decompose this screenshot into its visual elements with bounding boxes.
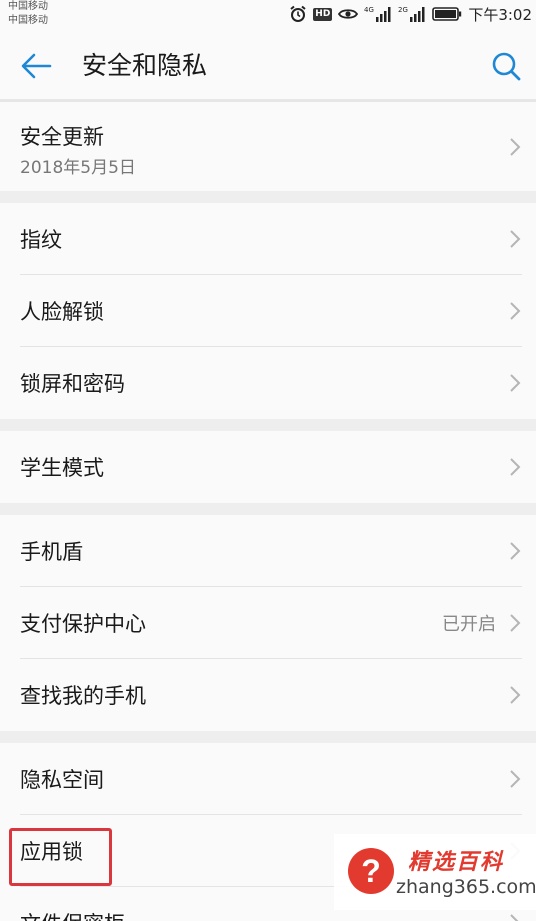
section-divider [0,419,536,431]
back-button[interactable] [18,50,54,82]
eye-comfort-icon [338,7,359,21]
search-button[interactable] [490,50,522,82]
item-label: 人脸解锁 [20,299,104,324]
settings-list: 安全更新 2018年5月5日 指纹 人脸解锁 锁屏和密码 学生模式 手机盾 支付… [0,103,536,921]
alarm-icon [289,5,307,23]
item-label: 文件保密柜 [20,908,125,921]
list-item-security-update[interactable]: 安全更新 2018年5月5日 [20,103,522,191]
watermark-name: 精选百科 [408,850,505,875]
app-bar: 安全和隐私 [0,30,536,102]
battery-icon [432,6,462,22]
item-label: 查找我的手机 [20,684,146,708]
item-label: 指纹 [20,227,62,252]
section-divider [0,731,536,743]
chevron-right-icon [510,769,521,788]
list-item-lock-screen[interactable]: 锁屏和密码 [20,347,522,419]
arrow-left-icon [21,53,52,79]
chevron-right-icon [510,458,521,476]
group-biometrics: 指纹 人脸解锁 锁屏和密码 [0,203,536,419]
item-label: 应用锁 [20,839,83,864]
chevron-right-icon [510,613,521,632]
chevron-right-icon [510,914,519,921]
group-security-update: 安全更新 2018年5月5日 [0,103,536,191]
chevron-right-icon [510,138,521,156]
chevron-right-icon [510,541,521,560]
section-divider [0,191,536,203]
item-label: 锁屏和密码 [20,372,125,396]
watermark-site: zhang365.com [396,876,536,898]
item-label: 隐私空间 [20,767,104,792]
chevron-right-icon [510,229,521,248]
item-status-value: 已开启 [442,613,496,635]
list-item-student-mode[interactable]: 学生模式 [20,431,522,503]
hd-badge-icon: HD [313,7,333,21]
list-item-face-unlock[interactable]: 人脸解锁 [20,275,522,347]
site-watermark: ? 精选百科 zhang365.com [334,834,536,910]
item-subtitle: 2018年5月5日 [20,158,136,178]
section-divider [0,503,536,515]
chevron-right-icon [510,301,521,320]
item-label: 手机盾 [20,539,83,564]
signal-4g-icon: 4G [364,5,392,23]
list-item-find-my-phone[interactable]: 查找我的手机 [20,659,522,731]
item-label: 安全更新 [20,125,104,149]
page-title: 安全和隐私 [82,51,208,80]
status-icons: HD 4G 2G 下午3:02 [289,2,532,26]
net-1-text: 4G [364,6,374,14]
status-time: 下午3:02 [468,5,532,24]
group-payment: 手机盾 支付保护中心 已开启 查找我的手机 [0,515,536,731]
search-icon [492,52,521,81]
net-2-text: 2G [398,6,408,14]
chevron-right-icon [510,686,521,704]
list-item-fingerprint[interactable]: 指纹 [20,203,522,275]
chevron-right-icon [510,374,521,392]
signal-2g-icon: 2G [398,5,426,23]
item-label: 学生模式 [20,456,104,480]
carrier-label-2: 中国移动 [8,15,48,26]
item-label: 支付保护中心 [20,611,146,636]
list-item-private-space[interactable]: 隐私空间 [20,743,522,815]
question-logo-icon: ? [348,848,394,894]
group-student-mode: 学生模式 [0,431,536,503]
list-item-payment-protection[interactable]: 支付保护中心 已开启 [20,587,522,659]
status-bar: 中国移动 中国移动 HD 4G 2G 下午3:02 [0,0,536,30]
list-item-phone-shield[interactable]: 手机盾 [20,515,522,587]
carrier-label-1: 中国移动 [8,1,48,12]
